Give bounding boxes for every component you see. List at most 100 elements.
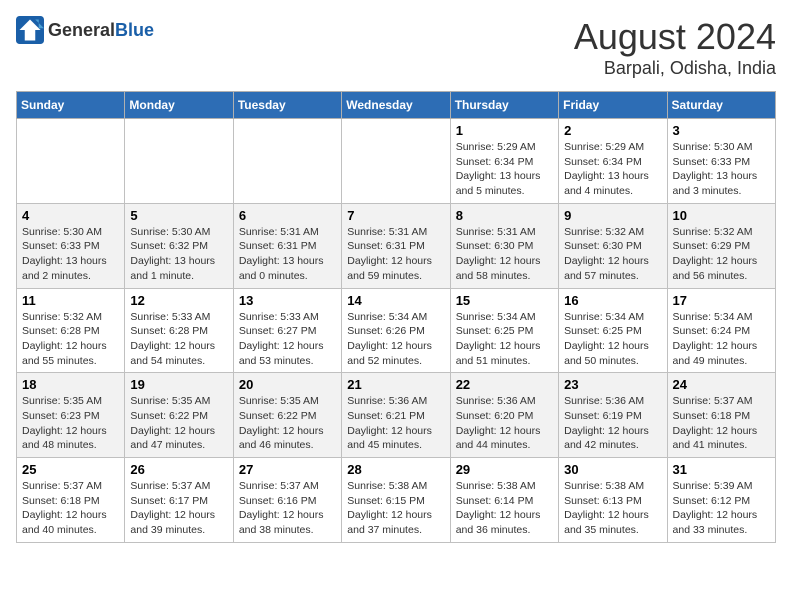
day-number: 9 — [564, 208, 661, 223]
day-cell: 8Sunrise: 5:31 AM Sunset: 6:30 PM Daylig… — [450, 203, 558, 288]
week-row-3: 18 Sunrise: 5:35 AM Sunset: 6:23 PM Dayli… — [17, 373, 776, 458]
day-info: Sunrise: 5:30 AM Sunset: 6:33 PM Dayligh… — [22, 225, 119, 284]
logo-text-blue: Blue — [115, 20, 154, 40]
day-cell: 16 Sunrise: 5:34 AM Sunset: 6:25 PM Dayli… — [559, 288, 667, 373]
header-monday: Monday — [125, 92, 233, 119]
day-cell — [125, 119, 233, 204]
day-number: 21 — [347, 377, 444, 392]
day-number: 27 — [239, 462, 336, 477]
week-row-2: 11 Sunrise: 5:32 AM Sunset: 6:28 PM Dayli… — [17, 288, 776, 373]
day-cell: 20 Sunrise: 5:35 AM Sunset: 6:22 PM Dayli… — [233, 373, 341, 458]
day-cell: 7 Sunrise: 5:31 AM Sunset: 6:31 PM Daylig… — [342, 203, 450, 288]
day-cell — [342, 119, 450, 204]
day-info: Sunrise: 5:32 AM Sunset: 6:30 PM Dayligh… — [564, 225, 661, 284]
day-cell: 28Sunrise: 5:38 AM Sunset: 6:15 PM Dayli… — [342, 458, 450, 543]
day-info: Sunrise: 5:35 AM Sunset: 6:22 PM Dayligh… — [130, 394, 227, 453]
day-cell: 14 Sunrise: 5:34 AM Sunset: 6:26 PM Dayli… — [342, 288, 450, 373]
day-number: 22 — [456, 377, 553, 392]
header-sunday: Sunday — [17, 92, 125, 119]
day-cell: 17Sunrise: 5:34 AM Sunset: 6:24 PM Dayli… — [667, 288, 775, 373]
day-number: 20 — [239, 377, 336, 392]
day-info: Sunrise: 5:33 AM Sunset: 6:27 PM Dayligh… — [239, 310, 336, 369]
day-cell: 12 Sunrise: 5:33 AM Sunset: 6:28 PM Dayli… — [125, 288, 233, 373]
day-cell: 31 Sunrise: 5:39 AM Sunset: 6:12 PM Dayli… — [667, 458, 775, 543]
day-number: 1 — [456, 123, 553, 138]
day-cell: 9 Sunrise: 5:32 AM Sunset: 6:30 PM Daylig… — [559, 203, 667, 288]
day-cell: 1Sunrise: 5:29 AM Sunset: 6:34 PM Daylig… — [450, 119, 558, 204]
day-info: Sunrise: 5:36 AM Sunset: 6:19 PM Dayligh… — [564, 394, 661, 453]
logo-icon — [16, 16, 44, 44]
header-wednesday: Wednesday — [342, 92, 450, 119]
header-row: SundayMondayTuesdayWednesdayThursdayFrid… — [17, 92, 776, 119]
day-cell: 25 Sunrise: 5:37 AM Sunset: 6:18 PM Dayli… — [17, 458, 125, 543]
day-number: 30 — [564, 462, 661, 477]
day-info: Sunrise: 5:37 AM Sunset: 6:16 PM Dayligh… — [239, 479, 336, 538]
day-cell — [233, 119, 341, 204]
day-info: Sunrise: 5:34 AM Sunset: 6:24 PM Dayligh… — [673, 310, 770, 369]
day-cell: 24Sunrise: 5:37 AM Sunset: 6:18 PM Dayli… — [667, 373, 775, 458]
day-number: 10 — [673, 208, 770, 223]
day-number: 14 — [347, 293, 444, 308]
day-info: Sunrise: 5:32 AM Sunset: 6:29 PM Dayligh… — [673, 225, 770, 284]
day-info: Sunrise: 5:35 AM Sunset: 6:22 PM Dayligh… — [239, 394, 336, 453]
week-row-4: 25 Sunrise: 5:37 AM Sunset: 6:18 PM Dayli… — [17, 458, 776, 543]
day-number: 12 — [130, 293, 227, 308]
day-number: 19 — [130, 377, 227, 392]
day-cell: 27 Sunrise: 5:37 AM Sunset: 6:16 PM Dayli… — [233, 458, 341, 543]
day-info: Sunrise: 5:30 AM Sunset: 6:33 PM Dayligh… — [673, 140, 770, 199]
day-number: 25 — [22, 462, 119, 477]
day-cell: 5Sunrise: 5:30 AM Sunset: 6:32 PM Daylig… — [125, 203, 233, 288]
day-info: Sunrise: 5:36 AM Sunset: 6:21 PM Dayligh… — [347, 394, 444, 453]
day-number: 18 — [22, 377, 119, 392]
day-number: 15 — [456, 293, 553, 308]
day-cell: 10 Sunrise: 5:32 AM Sunset: 6:29 PM Dayli… — [667, 203, 775, 288]
day-number: 23 — [564, 377, 661, 392]
day-cell: 4Sunrise: 5:30 AM Sunset: 6:33 PM Daylig… — [17, 203, 125, 288]
day-cell: 15 Sunrise: 5:34 AM Sunset: 6:25 PM Dayli… — [450, 288, 558, 373]
day-cell: 21 Sunrise: 5:36 AM Sunset: 6:21 PM Dayli… — [342, 373, 450, 458]
day-info: Sunrise: 5:38 AM Sunset: 6:14 PM Dayligh… — [456, 479, 553, 538]
calendar-table: SundayMondayTuesdayWednesdayThursdayFrid… — [16, 91, 776, 543]
calendar-subtitle: Barpali, Odisha, India — [574, 58, 776, 79]
day-info: Sunrise: 5:31 AM Sunset: 6:31 PM Dayligh… — [347, 225, 444, 284]
day-number: 3 — [673, 123, 770, 138]
calendar-header: SundayMondayTuesdayWednesdayThursdayFrid… — [17, 92, 776, 119]
calendar-title: August 2024 — [574, 16, 776, 58]
day-info: Sunrise: 5:34 AM Sunset: 6:26 PM Dayligh… — [347, 310, 444, 369]
page-header: GeneralBlue August 2024 Barpali, Odisha,… — [16, 16, 776, 79]
day-info: Sunrise: 5:34 AM Sunset: 6:25 PM Dayligh… — [456, 310, 553, 369]
day-cell: 18 Sunrise: 5:35 AM Sunset: 6:23 PM Dayli… — [17, 373, 125, 458]
day-cell — [17, 119, 125, 204]
day-info: Sunrise: 5:34 AM Sunset: 6:25 PM Dayligh… — [564, 310, 661, 369]
day-info: Sunrise: 5:35 AM Sunset: 6:23 PM Dayligh… — [22, 394, 119, 453]
title-block: August 2024 Barpali, Odisha, India — [574, 16, 776, 79]
day-info: Sunrise: 5:31 AM Sunset: 6:30 PM Dayligh… — [456, 225, 553, 284]
day-info: Sunrise: 5:37 AM Sunset: 6:18 PM Dayligh… — [673, 394, 770, 453]
day-cell: 11 Sunrise: 5:32 AM Sunset: 6:28 PM Dayli… — [17, 288, 125, 373]
calendar-body: 1 Sunrise: 5:29 AM Sunset: 6:34 PM Daylig… — [17, 119, 776, 543]
day-info: Sunrise: 5:31 AM Sunset: 6:31 PM Dayligh… — [239, 225, 336, 284]
day-number: 26 — [130, 462, 227, 477]
day-cell: 19 Sunrise: 5:35 AM Sunset: 6:22 PM Dayli… — [125, 373, 233, 458]
day-number: 11 — [22, 293, 119, 308]
day-cell: 29Sunrise: 5:38 AM Sunset: 6:14 PM Dayli… — [450, 458, 558, 543]
day-number: 13 — [239, 293, 336, 308]
day-info: Sunrise: 5:30 AM Sunset: 6:32 PM Dayligh… — [130, 225, 227, 284]
day-number: 6 — [239, 208, 336, 223]
header-friday: Friday — [559, 92, 667, 119]
day-info: Sunrise: 5:39 AM Sunset: 6:12 PM Dayligh… — [673, 479, 770, 538]
day-number: 16 — [564, 293, 661, 308]
day-number: 2 — [564, 123, 661, 138]
day-info: Sunrise: 5:36 AM Sunset: 6:20 PM Dayligh… — [456, 394, 553, 453]
day-info: Sunrise: 5:29 AM Sunset: 6:34 PM Dayligh… — [564, 140, 661, 199]
day-cell: 3 Sunrise: 5:30 AM Sunset: 6:33 PM Daylig… — [667, 119, 775, 204]
week-row-0: 1 Sunrise: 5:29 AM Sunset: 6:34 PM Daylig… — [17, 119, 776, 204]
day-info: Sunrise: 5:33 AM Sunset: 6:28 PM Dayligh… — [130, 310, 227, 369]
day-number: 31 — [673, 462, 770, 477]
day-cell: 22 Sunrise: 5:36 AM Sunset: 6:20 PM Dayli… — [450, 373, 558, 458]
header-thursday: Thursday — [450, 92, 558, 119]
day-number: 7 — [347, 208, 444, 223]
day-info: Sunrise: 5:32 AM Sunset: 6:28 PM Dayligh… — [22, 310, 119, 369]
day-info: Sunrise: 5:37 AM Sunset: 6:18 PM Dayligh… — [22, 479, 119, 538]
day-info: Sunrise: 5:37 AM Sunset: 6:17 PM Dayligh… — [130, 479, 227, 538]
